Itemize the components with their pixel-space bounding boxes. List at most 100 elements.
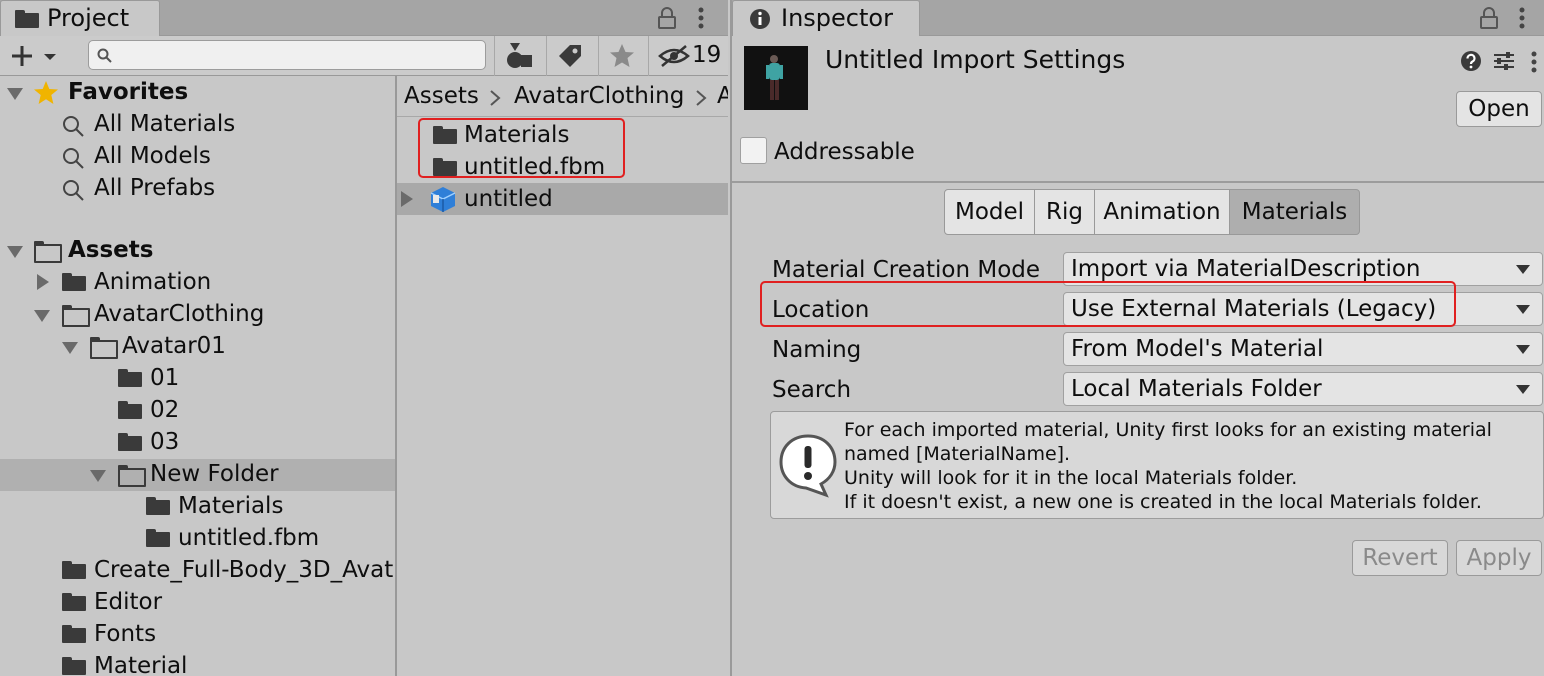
animation-expand-arrow[interactable] <box>37 274 49 290</box>
tab-project-label: Project <box>47 4 130 32</box>
folder-icon <box>62 657 86 675</box>
tree-item-untitled-fbm[interactable]: untitled.fbm <box>178 522 319 554</box>
tree-item-03[interactable]: 03 <box>150 426 179 458</box>
untitled-expand-arrow[interactable] <box>401 191 413 207</box>
tree-item-new-folder[interactable]: New Folder <box>150 458 279 490</box>
create-dropdown-icon[interactable] <box>10 44 62 68</box>
tree-item-create-full-body[interactable]: Create_Full-Body_3D_Avat <box>94 554 393 586</box>
assets-collapse-arrow[interactable] <box>7 246 23 258</box>
search-icon <box>97 48 112 63</box>
help-icon[interactable] <box>1460 50 1482 72</box>
toolbar-separator <box>546 36 547 76</box>
folder-icon <box>62 561 86 579</box>
apply-button[interactable]: Apply <box>1456 540 1542 576</box>
more-menu-icon[interactable] <box>1529 50 1539 74</box>
breadcrumb: Assets AvatarClothing A <box>397 76 728 117</box>
addressable-checkbox[interactable] <box>740 137 767 164</box>
toolbar-separator <box>598 36 599 76</box>
inspector-tab-bar: Inspector <box>732 0 1544 36</box>
tab-rig[interactable]: Rig <box>1034 189 1095 235</box>
revert-button[interactable]: Revert <box>1352 540 1448 576</box>
breadcrumb-avatarclothing[interactable]: AvatarClothing <box>514 80 684 112</box>
folder-icon <box>146 529 170 547</box>
search-dropdown[interactable]: Local Materials Folder <box>1063 372 1543 406</box>
tree-item-assets[interactable]: Assets <box>68 234 153 266</box>
tab-inspector-label: Inspector <box>781 4 893 32</box>
preset-sliders-icon[interactable] <box>1492 50 1516 72</box>
search-icon <box>63 180 84 201</box>
avatarclothing-collapse-arrow[interactable] <box>34 310 50 322</box>
folder-icon <box>118 369 142 387</box>
addressable-label: Addressable <box>774 139 915 165</box>
warning-speech-bubble-icon <box>779 434 837 498</box>
tab-model[interactable]: Model <box>944 189 1035 235</box>
lock-icon[interactable] <box>1478 6 1500 30</box>
search-input[interactable] <box>88 40 486 70</box>
naming-label: Naming <box>772 337 862 363</box>
info-icon <box>750 9 770 29</box>
info-text-line: If it doesn't exist, a new one is create… <box>844 491 1482 513</box>
hidden-packages-eye-icon[interactable] <box>658 44 690 68</box>
folder-icon <box>62 625 86 643</box>
breadcrumb-assets[interactable]: Assets <box>404 80 479 112</box>
search-label: Search <box>772 377 852 403</box>
avatar01-collapse-arrow[interactable] <box>62 342 78 354</box>
tree-item-materials[interactable]: Materials <box>178 490 283 522</box>
favorite-all-materials[interactable]: All Materials <box>94 108 235 140</box>
filter-by-type-icon[interactable] <box>504 41 534 71</box>
breadcrumb-avatar01[interactable]: A <box>717 80 728 112</box>
assets-folder-icon <box>34 241 62 263</box>
project-asset-list: Assets AvatarClothing A Materials untitl… <box>397 76 728 676</box>
lock-icon[interactable] <box>656 6 678 30</box>
list-item-untitled-fbm[interactable]: untitled.fbm <box>464 151 605 183</box>
tab-animation[interactable]: Animation <box>1094 189 1230 235</box>
list-item-materials[interactable]: Materials <box>464 119 569 151</box>
info-help-box: For each imported material, Unity first … <box>770 411 1544 519</box>
list-item-untitled[interactable]: untitled <box>464 183 553 215</box>
tree-item-01[interactable]: 01 <box>150 362 179 394</box>
new-folder-collapse-arrow[interactable] <box>90 470 106 482</box>
filter-by-label-icon[interactable] <box>556 42 584 70</box>
tree-item-fonts[interactable]: Fonts <box>94 618 156 650</box>
project-folder-tree: Favorites All Materials All Models All P… <box>0 76 395 676</box>
naming-value: From Model's Material <box>1071 336 1324 362</box>
tab-inspector[interactable]: Inspector <box>732 0 920 36</box>
tree-item-material[interactable]: Material <box>94 650 187 676</box>
chevron-right-icon <box>696 90 707 106</box>
tree-item-02[interactable]: 02 <box>150 394 179 426</box>
open-folder-icon <box>118 465 146 487</box>
hidden-packages-count: 19 <box>692 42 722 68</box>
favorites-label: Favorites <box>68 79 189 105</box>
folder-icon <box>118 401 142 419</box>
folder-icon <box>146 497 170 515</box>
chevron-down-icon <box>1516 265 1530 274</box>
favorite-all-prefabs[interactable]: All Prefabs <box>94 172 215 204</box>
more-menu-icon[interactable] <box>1517 6 1527 30</box>
project-folder-icon <box>15 10 39 28</box>
model-prefab-icon <box>430 187 456 212</box>
favorites-collapse-arrow[interactable] <box>7 88 23 100</box>
tree-item-editor[interactable]: Editor <box>94 586 162 618</box>
favorites-star-icon <box>34 81 58 104</box>
tree-item-animation[interactable]: Animation <box>94 266 211 298</box>
favorite-all-models[interactable]: All Models <box>94 140 211 172</box>
material-creation-mode-dropdown[interactable]: Import via MaterialDescription <box>1063 252 1543 286</box>
chevron-down-icon <box>1516 385 1530 394</box>
tab-project[interactable]: Project <box>0 0 160 36</box>
more-menu-icon[interactable] <box>696 6 706 30</box>
chevron-down-icon <box>1516 345 1530 354</box>
naming-dropdown[interactable]: From Model's Material <box>1063 332 1543 366</box>
info-text-line: Unity will look for it in the local Mate… <box>844 467 1298 489</box>
project-toolbar: 19 <box>0 36 728 76</box>
tree-item-avatar01[interactable]: Avatar01 <box>122 330 226 362</box>
tab-materials[interactable]: Materials <box>1229 189 1360 235</box>
location-value: Use External Materials (Legacy) <box>1071 296 1437 322</box>
toolbar-separator <box>494 36 495 76</box>
location-dropdown[interactable]: Use External Materials (Legacy) <box>1063 292 1543 326</box>
search-icon <box>63 148 84 169</box>
folder-icon <box>118 433 142 451</box>
folder-icon <box>433 126 457 144</box>
favorite-star-icon[interactable] <box>608 42 636 70</box>
open-button[interactable]: Open <box>1456 91 1542 127</box>
tree-item-avatarclothing[interactable]: AvatarClothing <box>94 298 264 330</box>
